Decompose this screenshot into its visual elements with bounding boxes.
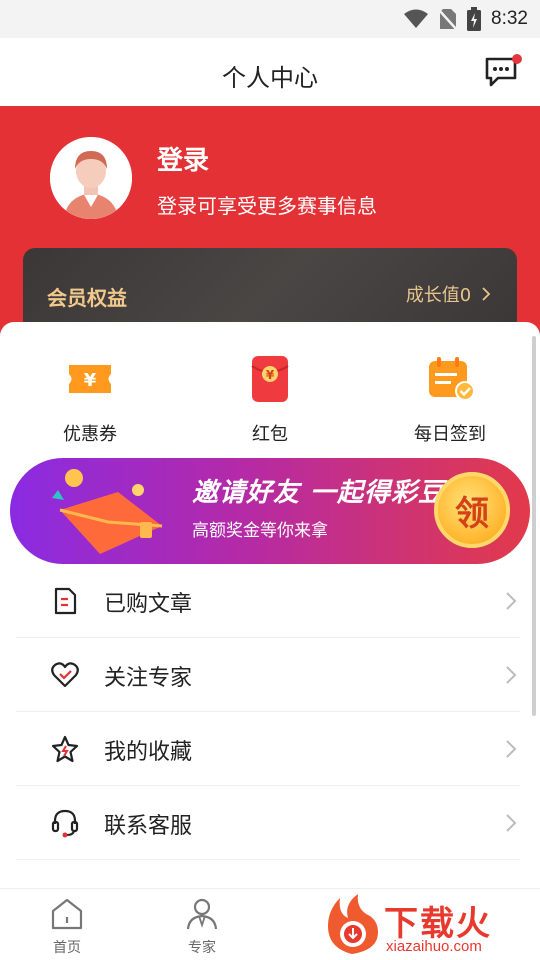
claim-button[interactable]: 领 xyxy=(434,472,510,548)
wifi-icon xyxy=(404,9,429,28)
invite-friends-banner[interactable]: 邀请好友 一起得彩豆 高额奖金等你来拿 领 xyxy=(10,458,530,564)
heart-check-icon xyxy=(51,662,79,688)
watermark-url: xiazaihuo.com xyxy=(386,938,482,955)
top-app-bar: 个人中心 xyxy=(0,38,540,106)
menu-item-favorites[interactable]: 我的收藏 xyxy=(16,712,520,786)
menu-item-label: 联系客服 xyxy=(104,814,193,839)
login-link[interactable]: 登录 xyxy=(157,140,209,177)
svg-text:¥: ¥ xyxy=(266,368,275,382)
member-benefits-label: 会员权益 xyxy=(47,286,127,310)
login-subtitle: 登录可享受更多赛事信息 xyxy=(157,194,377,218)
flame-logo-icon xyxy=(328,894,378,954)
red-envelope-icon: ¥ xyxy=(251,356,289,402)
tab-home-label: 首页 xyxy=(53,940,81,956)
chevron-right-icon xyxy=(506,666,517,684)
watermark-logo: 下载火 xiazaihuo.com xyxy=(318,888,540,960)
menu-item-label: 已购文章 xyxy=(104,592,193,617)
growth-value: 成长值0 xyxy=(405,285,472,306)
coupon-button[interactable]: ¥ 优惠券 xyxy=(20,352,160,446)
tab-home[interactable]: 首页 xyxy=(22,897,112,957)
menu-item-label: 关注专家 xyxy=(104,666,193,691)
tab-expert-label: 专家 xyxy=(188,940,216,956)
daily-checkin-button[interactable]: 每日签到 xyxy=(380,352,520,446)
home-icon xyxy=(51,898,83,930)
unread-badge xyxy=(512,54,522,64)
chevron-right-icon xyxy=(482,287,491,301)
menu-item-followed-experts[interactable]: 关注专家 xyxy=(16,638,520,712)
star-icon xyxy=(51,735,79,763)
coupon-label: 优惠券 xyxy=(63,424,117,445)
default-avatar-icon xyxy=(50,137,132,219)
chevron-right-icon xyxy=(506,740,517,758)
envelope-gift-illustration-icon xyxy=(52,469,163,554)
content-card: ¥ 优惠券 ¥ 红包 每日签到 邀请好友 一起得彩豆 高额奖金等你来拿 领 已购… xyxy=(0,322,540,890)
menu-item-label: 我的收藏 xyxy=(104,740,193,765)
growth-value-link[interactable]: 成长值0 xyxy=(406,281,491,307)
menu-list: 已购文章 关注专家 我的收藏 联系客服 xyxy=(16,564,520,860)
coupon-icon: ¥ xyxy=(69,365,111,393)
banner-title: 邀请好友 一起得彩豆 xyxy=(192,478,446,508)
daily-checkin-label: 每日签到 xyxy=(414,424,486,445)
menu-item-purchased-articles[interactable]: 已购文章 xyxy=(16,564,520,638)
red-envelope-button[interactable]: ¥ 红包 xyxy=(200,352,340,446)
status-time: 8:32 xyxy=(491,8,528,29)
red-envelope-label: 红包 xyxy=(252,424,288,445)
avatar[interactable] xyxy=(50,137,132,219)
calendar-checkin-icon xyxy=(429,357,475,401)
svg-text:¥: ¥ xyxy=(84,370,97,391)
quick-actions: ¥ 优惠券 ¥ 红包 每日签到 xyxy=(0,322,540,452)
battery-icon xyxy=(467,7,482,31)
chevron-right-icon xyxy=(506,814,517,832)
expert-icon xyxy=(186,898,218,930)
no-sim-icon xyxy=(439,9,458,30)
chevron-right-icon xyxy=(506,592,517,610)
page-title: 个人中心 xyxy=(222,64,318,92)
status-bar: 8:32 xyxy=(0,0,540,38)
scrollbar[interactable] xyxy=(532,336,536,716)
document-icon xyxy=(54,587,77,615)
banner-subtitle: 高额奖金等你来拿 xyxy=(192,521,328,541)
message-button[interactable] xyxy=(484,54,522,88)
menu-item-customer-service[interactable]: 联系客服 xyxy=(16,786,520,860)
tab-expert[interactable]: 专家 xyxy=(157,897,247,957)
headset-icon xyxy=(51,809,79,838)
